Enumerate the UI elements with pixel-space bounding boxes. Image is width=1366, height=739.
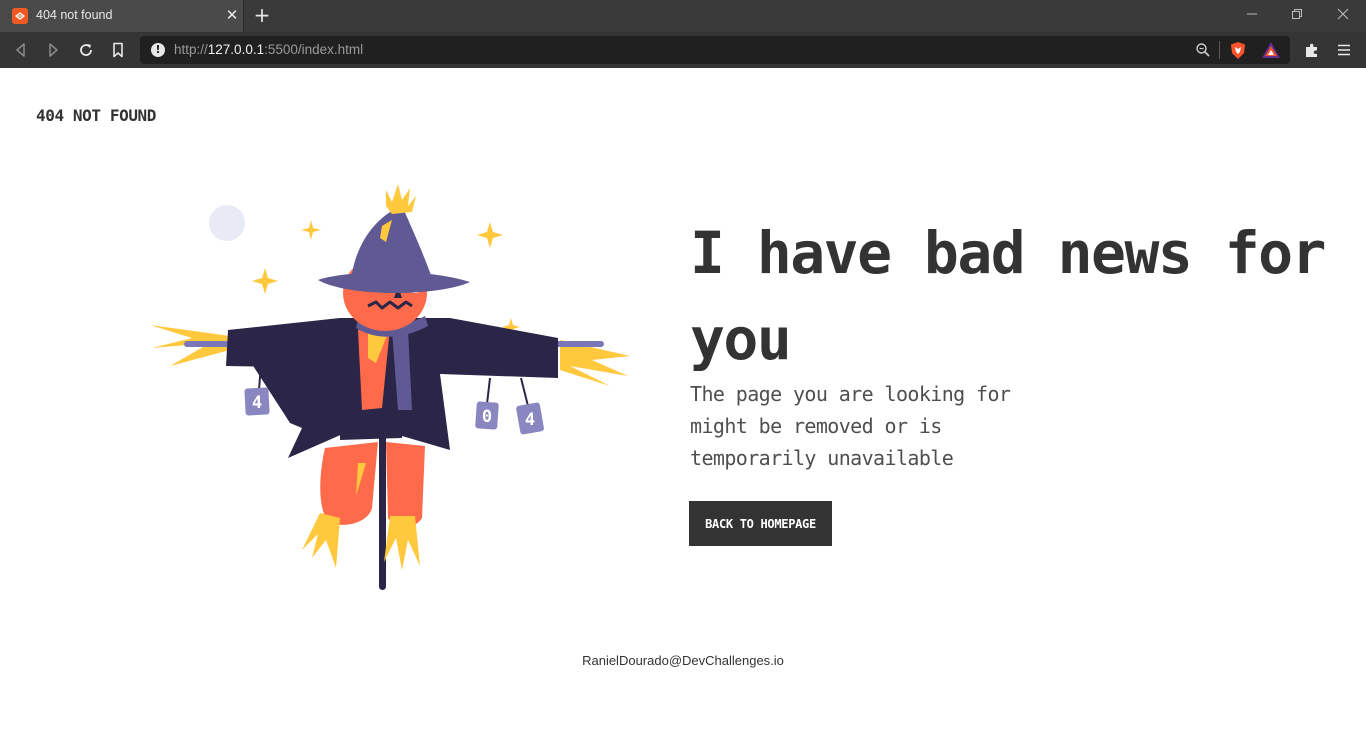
brave-shield-icon[interactable] — [1229, 41, 1247, 64]
new-tab-icon[interactable]: + — [252, 5, 272, 25]
url-path: :5500/index.html — [264, 42, 364, 57]
can-label-1: 4 — [252, 393, 262, 413]
scarecrow-illustration: 4 0 4 — [140, 178, 660, 598]
reload-icon[interactable] — [75, 39, 97, 61]
restore-icon[interactable] — [1287, 6, 1307, 26]
url-scheme: http:// — [174, 42, 208, 57]
forward-icon[interactable] — [42, 39, 64, 61]
browser-tab-bar: 404 not found ✕ + — [0, 0, 1366, 32]
page-content: 404 NOT FOUND 4 0 4 I have bad news for … — [0, 68, 1366, 739]
browser-tab[interactable]: 404 not found ✕ — [0, 0, 244, 32]
back-icon[interactable] — [10, 39, 32, 61]
info-icon[interactable]: ! — [151, 43, 165, 57]
scarecrow-pole — [379, 428, 386, 590]
leg-straw — [302, 513, 420, 570]
brand-logo-text: 404 NOT FOUND — [36, 106, 157, 125]
hanging-can-0: 0 — [475, 377, 499, 430]
scarecrow-legs — [320, 442, 425, 527]
tab-close-icon[interactable]: ✕ — [224, 7, 240, 23]
url-text[interactable]: http://127.0.0.1:5500/index.html — [174, 42, 363, 57]
can-label-3: 4 — [525, 410, 535, 430]
footer-credit: RanielDourado@DevChallenges.io — [582, 653, 784, 668]
can-label-2: 0 — [482, 407, 492, 427]
moon-shape — [209, 205, 245, 241]
url-host: 127.0.0.1 — [207, 42, 265, 57]
tab-title: 404 not found — [36, 8, 113, 22]
menu-icon[interactable] — [1333, 39, 1355, 61]
favicon-icon — [12, 8, 28, 24]
brave-rewards-icon[interactable] — [1261, 41, 1281, 63]
hanging-can-4-right: 4 — [516, 377, 544, 435]
subtext: The page you are looking for might be re… — [690, 382, 1011, 470]
address-bar[interactable]: ! http://127.0.0.1:5500/index.html — [140, 36, 1290, 64]
scarecrow-coat — [226, 318, 558, 458]
back-to-homepage-button[interactable]: BACK TO HOMEPAGE — [689, 501, 832, 546]
headline: I have bad news for you — [690, 219, 1326, 373]
url-divider — [1219, 41, 1220, 59]
window-close-icon[interactable] — [1333, 6, 1353, 26]
browser-toolbar: ! http://127.0.0.1:5500/index.html — [0, 32, 1366, 68]
zoom-icon[interactable] — [1195, 42, 1211, 62]
bookmark-icon[interactable] — [107, 39, 129, 61]
minimize-icon[interactable] — [1242, 6, 1262, 26]
extensions-icon[interactable] — [1301, 39, 1323, 61]
scarecrow-hat — [318, 184, 470, 293]
